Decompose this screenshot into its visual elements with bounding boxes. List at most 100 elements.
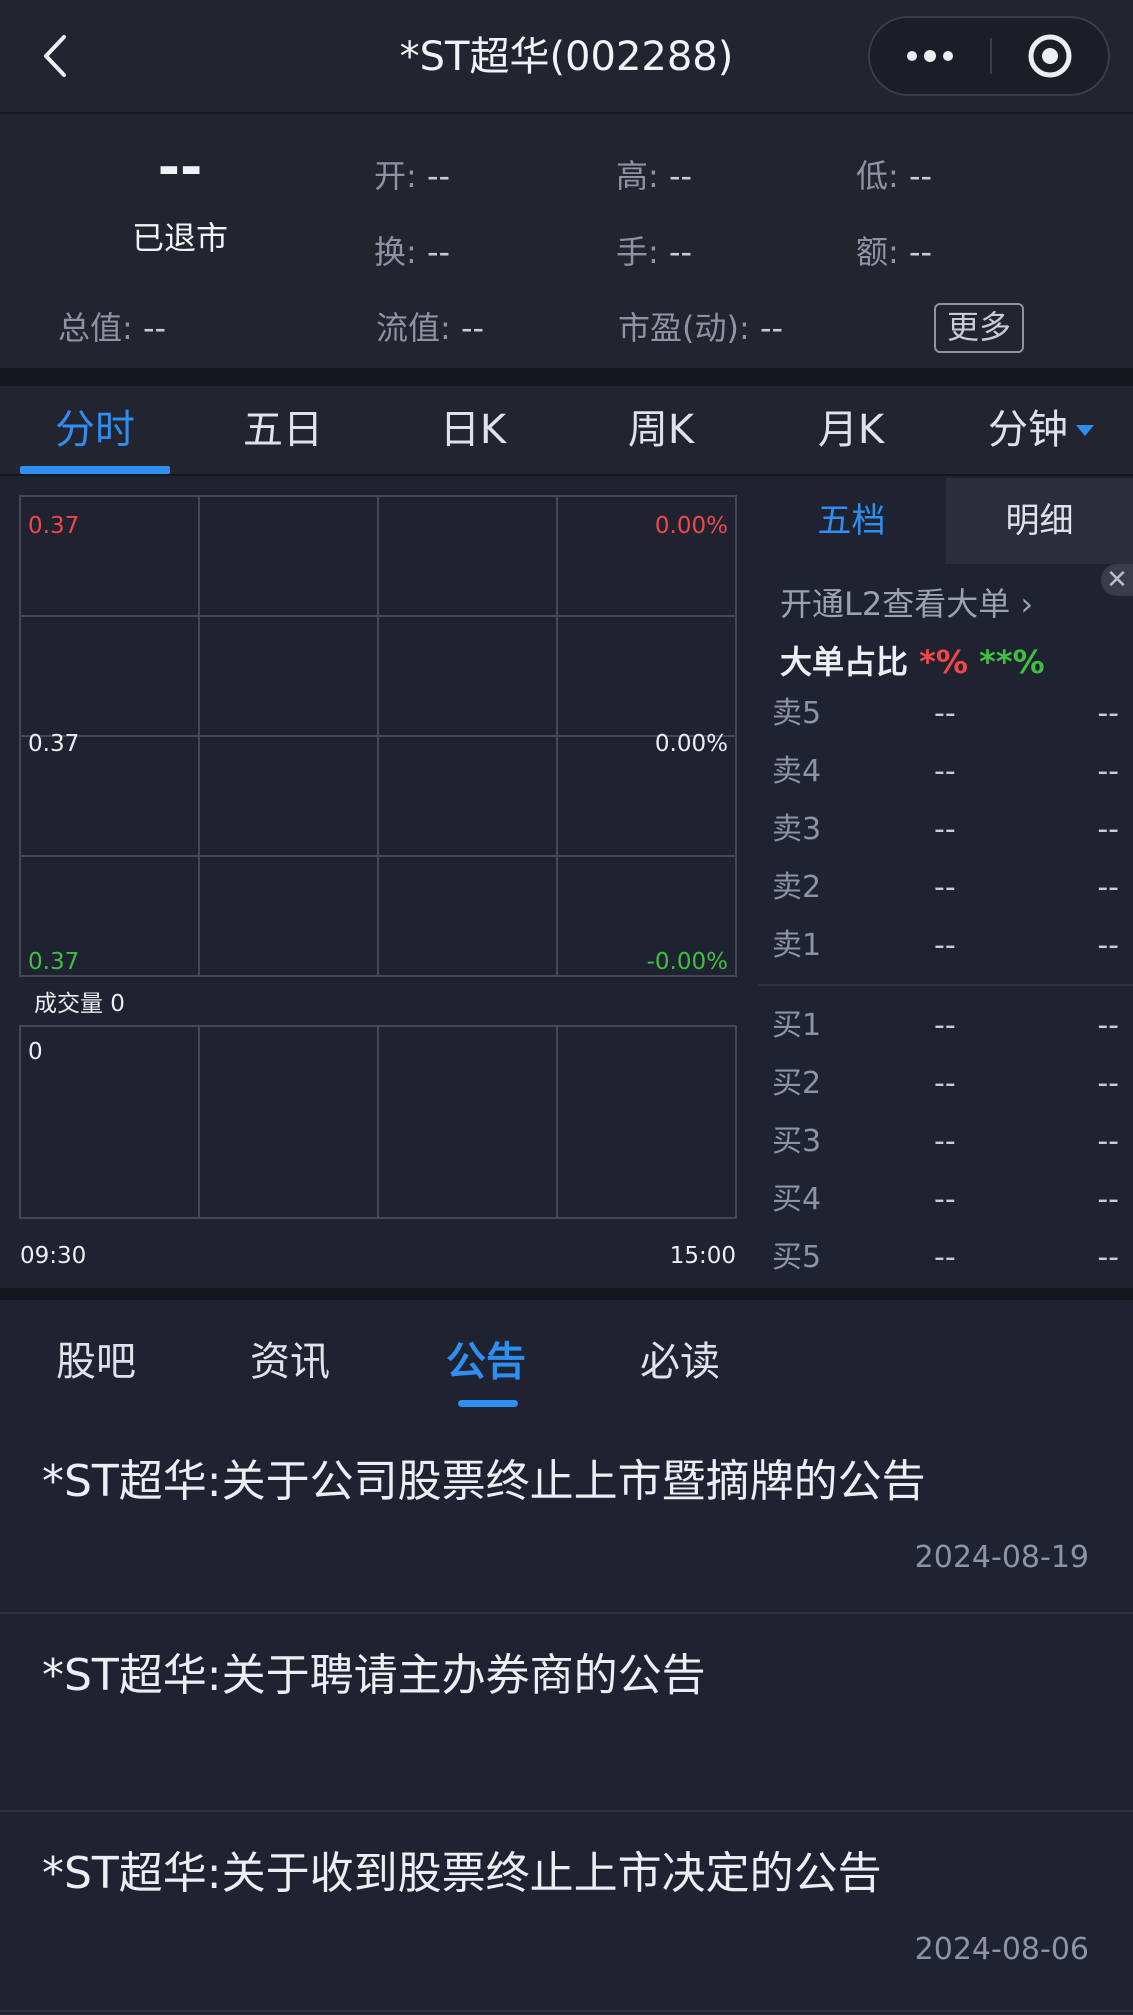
buy-price: -- bbox=[934, 1008, 956, 1043]
buy-row: 买5 -- -- bbox=[758, 1236, 1133, 1280]
quote-float-cap-value: -- bbox=[460, 309, 485, 347]
tab-intraday[interactable]: 分时 bbox=[20, 400, 170, 460]
close-miniprogram-button[interactable] bbox=[992, 18, 1108, 94]
volume-axis-label: 0 bbox=[28, 1039, 43, 1065]
chart-tabs: 分时 五日 日K 周K 月K 分钟 bbox=[0, 386, 1133, 476]
sell-row: 卖1 -- -- bbox=[758, 924, 1133, 968]
big-order-ratio-sell: **% bbox=[979, 643, 1045, 681]
sell-row: 卖4 -- -- bbox=[758, 750, 1133, 794]
quote-hands: 手: -- bbox=[616, 230, 692, 274]
quote-turnover-value: -- bbox=[426, 233, 451, 271]
sell-label: 卖3 bbox=[772, 812, 822, 847]
quote-amount: 额: -- bbox=[856, 230, 932, 274]
chevron-left-icon bbox=[44, 35, 66, 77]
buy-label: 买2 bbox=[772, 1066, 822, 1101]
buy-qty: -- bbox=[1097, 1124, 1119, 1159]
tab-five-levels[interactable]: 五档 bbox=[758, 478, 945, 564]
sell-label: 卖5 bbox=[772, 696, 822, 731]
quote-hands-label: 手: bbox=[616, 233, 659, 271]
close-icon[interactable]: ✕ bbox=[1101, 564, 1133, 596]
list-item[interactable]: *ST超华:关于收到股票终止上市决定的公告 2024-08-06 bbox=[0, 1812, 1133, 2012]
sell-label: 卖1 bbox=[772, 928, 822, 963]
sell-qty: -- bbox=[1097, 928, 1119, 963]
buy-qty: -- bbox=[1097, 1008, 1119, 1043]
more-quote-button[interactable]: 更多 bbox=[934, 303, 1024, 353]
price-low-label: 0.37 bbox=[28, 949, 80, 975]
announcement-date: 2024-08-06 bbox=[914, 1932, 1089, 1967]
sell-label: 卖2 bbox=[772, 870, 822, 905]
sell-row: 卖5 -- -- bbox=[758, 692, 1133, 736]
order-book-divider bbox=[758, 984, 1133, 986]
quote-float-cap: 流值: -- bbox=[376, 306, 484, 350]
tab-stock-forum[interactable]: 股吧 bbox=[56, 1332, 136, 1392]
time-end-label: 15:00 bbox=[669, 1243, 736, 1269]
big-order-ratio: 大单占比 *% **% bbox=[780, 640, 1045, 684]
price-high-label: 0.37 bbox=[28, 513, 80, 539]
tab-must-read[interactable]: 必读 bbox=[640, 1332, 720, 1392]
tab-five-day[interactable]: 五日 bbox=[208, 400, 358, 460]
active-tab-indicator bbox=[20, 466, 170, 474]
listing-status: 已退市 bbox=[131, 219, 228, 257]
sell-price: -- bbox=[934, 812, 956, 847]
tab-weekly-k[interactable]: 周K bbox=[586, 400, 736, 460]
sell-label: 卖4 bbox=[772, 754, 822, 789]
quote-low-value: -- bbox=[908, 157, 933, 195]
sell-qty: -- bbox=[1097, 870, 1119, 905]
announcement-title: *ST超华:关于收到股票终止上市决定的公告 bbox=[42, 1848, 882, 1899]
time-start-label: 09:30 bbox=[20, 1243, 87, 1269]
list-item[interactable]: *ST超华:关于公司股票终止上市暨摘牌的公告 2024-08-19 bbox=[0, 1420, 1133, 1614]
intraday-chart[interactable] bbox=[0, 478, 758, 1288]
buy-row: 买3 -- -- bbox=[758, 1120, 1133, 1164]
more-button[interactable] bbox=[870, 18, 990, 94]
pct-low-label: -0.00% bbox=[646, 949, 728, 975]
buy-row: 买2 -- -- bbox=[758, 1062, 1133, 1106]
sell-qty: -- bbox=[1097, 812, 1119, 847]
tab-minute[interactable]: 分钟 bbox=[966, 400, 1116, 460]
list-item[interactable]: *ST超华:关于聘请主办券商的公告 bbox=[0, 1614, 1133, 1812]
mini-program-capsule bbox=[868, 16, 1110, 96]
tab-daily-k[interactable]: 日K bbox=[398, 400, 548, 460]
order-book-panel: 五档 明细 ✕ 开通L2查看大单 › 大单占比 *% **% 卖5 -- -- 卖4… bbox=[758, 478, 1133, 1288]
header-bar: *ST超华(002288) bbox=[0, 0, 1133, 114]
pct-high-label: 0.00% bbox=[654, 513, 728, 539]
quote-market-cap-label: 总值: bbox=[58, 309, 133, 347]
quote-hands-value: -- bbox=[668, 233, 693, 271]
buy-label: 买3 bbox=[772, 1124, 822, 1159]
quote-pe-value: -- bbox=[759, 309, 784, 347]
tab-monthly-k[interactable]: 月K bbox=[776, 400, 926, 460]
price-mid-label: 0.37 bbox=[28, 731, 80, 757]
quote-turnover-label: 换: bbox=[374, 233, 417, 271]
caret-down-icon bbox=[1076, 424, 1094, 436]
buy-row: 买1 -- -- bbox=[758, 1004, 1133, 1048]
pct-mid-label: 0.00% bbox=[654, 731, 728, 757]
tab-news[interactable]: 资讯 bbox=[250, 1332, 330, 1392]
announcement-date: 2024-08-19 bbox=[914, 1540, 1089, 1575]
quote-amount-value: -- bbox=[908, 233, 933, 271]
section-divider bbox=[0, 1288, 1133, 1300]
buy-label: 买1 bbox=[772, 1008, 822, 1043]
buy-row: 买4 -- -- bbox=[758, 1178, 1133, 1222]
sell-price: -- bbox=[934, 696, 956, 731]
quote-low-label: 低: bbox=[856, 157, 899, 195]
sell-row: 卖3 -- -- bbox=[758, 808, 1133, 852]
target-icon bbox=[1028, 34, 1072, 78]
page-title: *ST超华(002288) bbox=[399, 34, 734, 80]
quote-market-cap: 总值: -- bbox=[58, 306, 166, 350]
buy-label: 买4 bbox=[772, 1182, 822, 1217]
quote-market-cap-value: -- bbox=[142, 309, 167, 347]
quote-open: 开: -- bbox=[374, 154, 450, 198]
quote-panel: -- 已退市 开: -- 高: -- 低: -- 换: -- 手: -- 额: … bbox=[0, 116, 1133, 368]
volume-label: 成交量 0 bbox=[34, 991, 125, 1017]
buy-price: -- bbox=[934, 1066, 956, 1101]
tab-announcements[interactable]: 公告 bbox=[446, 1332, 526, 1392]
current-price: -- bbox=[157, 136, 203, 199]
buy-price: -- bbox=[934, 1124, 956, 1159]
tab-details[interactable]: 明细 bbox=[946, 478, 1133, 564]
back-button[interactable] bbox=[30, 26, 80, 86]
buy-price: -- bbox=[934, 1182, 956, 1217]
buy-qty: -- bbox=[1097, 1182, 1119, 1217]
quote-pe: 市盈(动): -- bbox=[618, 306, 783, 350]
active-tab-indicator bbox=[458, 1400, 518, 1407]
big-order-ratio-label: 大单占比 bbox=[780, 643, 909, 681]
l2-upgrade-link[interactable]: 开通L2查看大单 › bbox=[780, 582, 1033, 626]
